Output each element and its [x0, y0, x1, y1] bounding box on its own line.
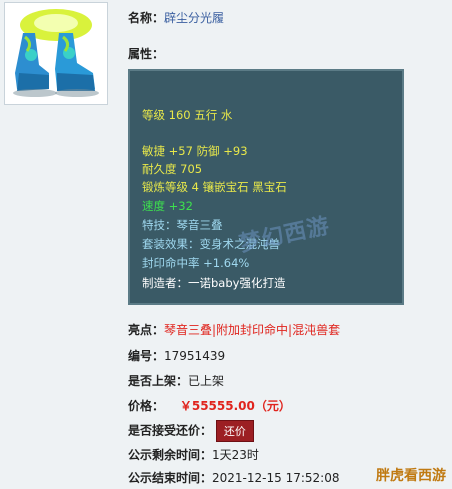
attributes-panel: 等级 160 五行 水 敏捷 +57 防御 +93 耐久度 705 锻炼等级 4…	[128, 69, 404, 305]
corner-watermark: 胖虎看西游	[376, 468, 446, 484]
bargain-label: 是否接受还价：	[128, 423, 213, 438]
remaining-row: 公示剩余时间：1天23时	[128, 446, 259, 463]
remaining-value: 1天23时	[212, 448, 259, 462]
listed-value: 已上架	[188, 374, 225, 388]
serial-label: 编号：	[128, 349, 165, 363]
attr-level-element: 等级 160 五行 水	[142, 108, 233, 122]
price-label: 价格：	[128, 399, 165, 413]
item-name-value: 辟尘分光履	[164, 11, 225, 25]
price-value: ￥55555.00（元）	[179, 399, 291, 413]
remaining-label: 公示剩余时间：	[128, 448, 213, 462]
end-time-row: 公示结束时间：2021-12-15 17:52:08	[128, 469, 339, 486]
end-time-value: 2021-12-15 17:52:08	[212, 471, 340, 485]
attr-speed: 速度 +32	[142, 199, 193, 213]
listed-label: 是否上架：	[128, 374, 189, 388]
serial-value: 17951439	[164, 349, 226, 363]
game-watermark: 梦幻西游	[236, 213, 333, 258]
highlight-value: 琴音三叠|附加封印命中|混沌兽套	[164, 323, 341, 337]
attr-agility-defense: 敏捷 +57 防御 +93	[142, 144, 248, 158]
listed-row: 是否上架：已上架	[128, 372, 224, 389]
item-name-row: 名称：辟尘分光履	[128, 9, 224, 26]
attr-seal-hit: 封印命中率 +1.64%	[142, 256, 250, 270]
attr-special-skill: 特技：琴音三叠	[142, 218, 223, 232]
highlight-label: 亮点：	[128, 323, 165, 337]
bargain-button[interactable]: 还价	[215, 420, 254, 442]
price-row: 价格： ￥55555.00（元）	[128, 397, 291, 414]
attr-forge-gem: 锻炼等级 4 镶嵌宝石 黑宝石	[142, 180, 287, 194]
bargain-row: 是否接受还价： 还价	[128, 420, 254, 442]
item-name-label: 名称：	[128, 11, 165, 25]
attributes-label: 属性：	[128, 47, 165, 61]
attr-durability: 耐久度 705	[142, 162, 203, 176]
highlight-row: 亮点：琴音三叠|附加封印命中|混沌兽套	[128, 321, 340, 338]
serial-row: 编号：17951439	[128, 347, 225, 364]
attr-maker: 制造者：一诺baby强化打造	[142, 276, 286, 290]
end-time-label: 公示结束时间：	[128, 471, 213, 485]
item-thumbnail	[4, 2, 108, 105]
boots-icon	[13, 9, 99, 97]
